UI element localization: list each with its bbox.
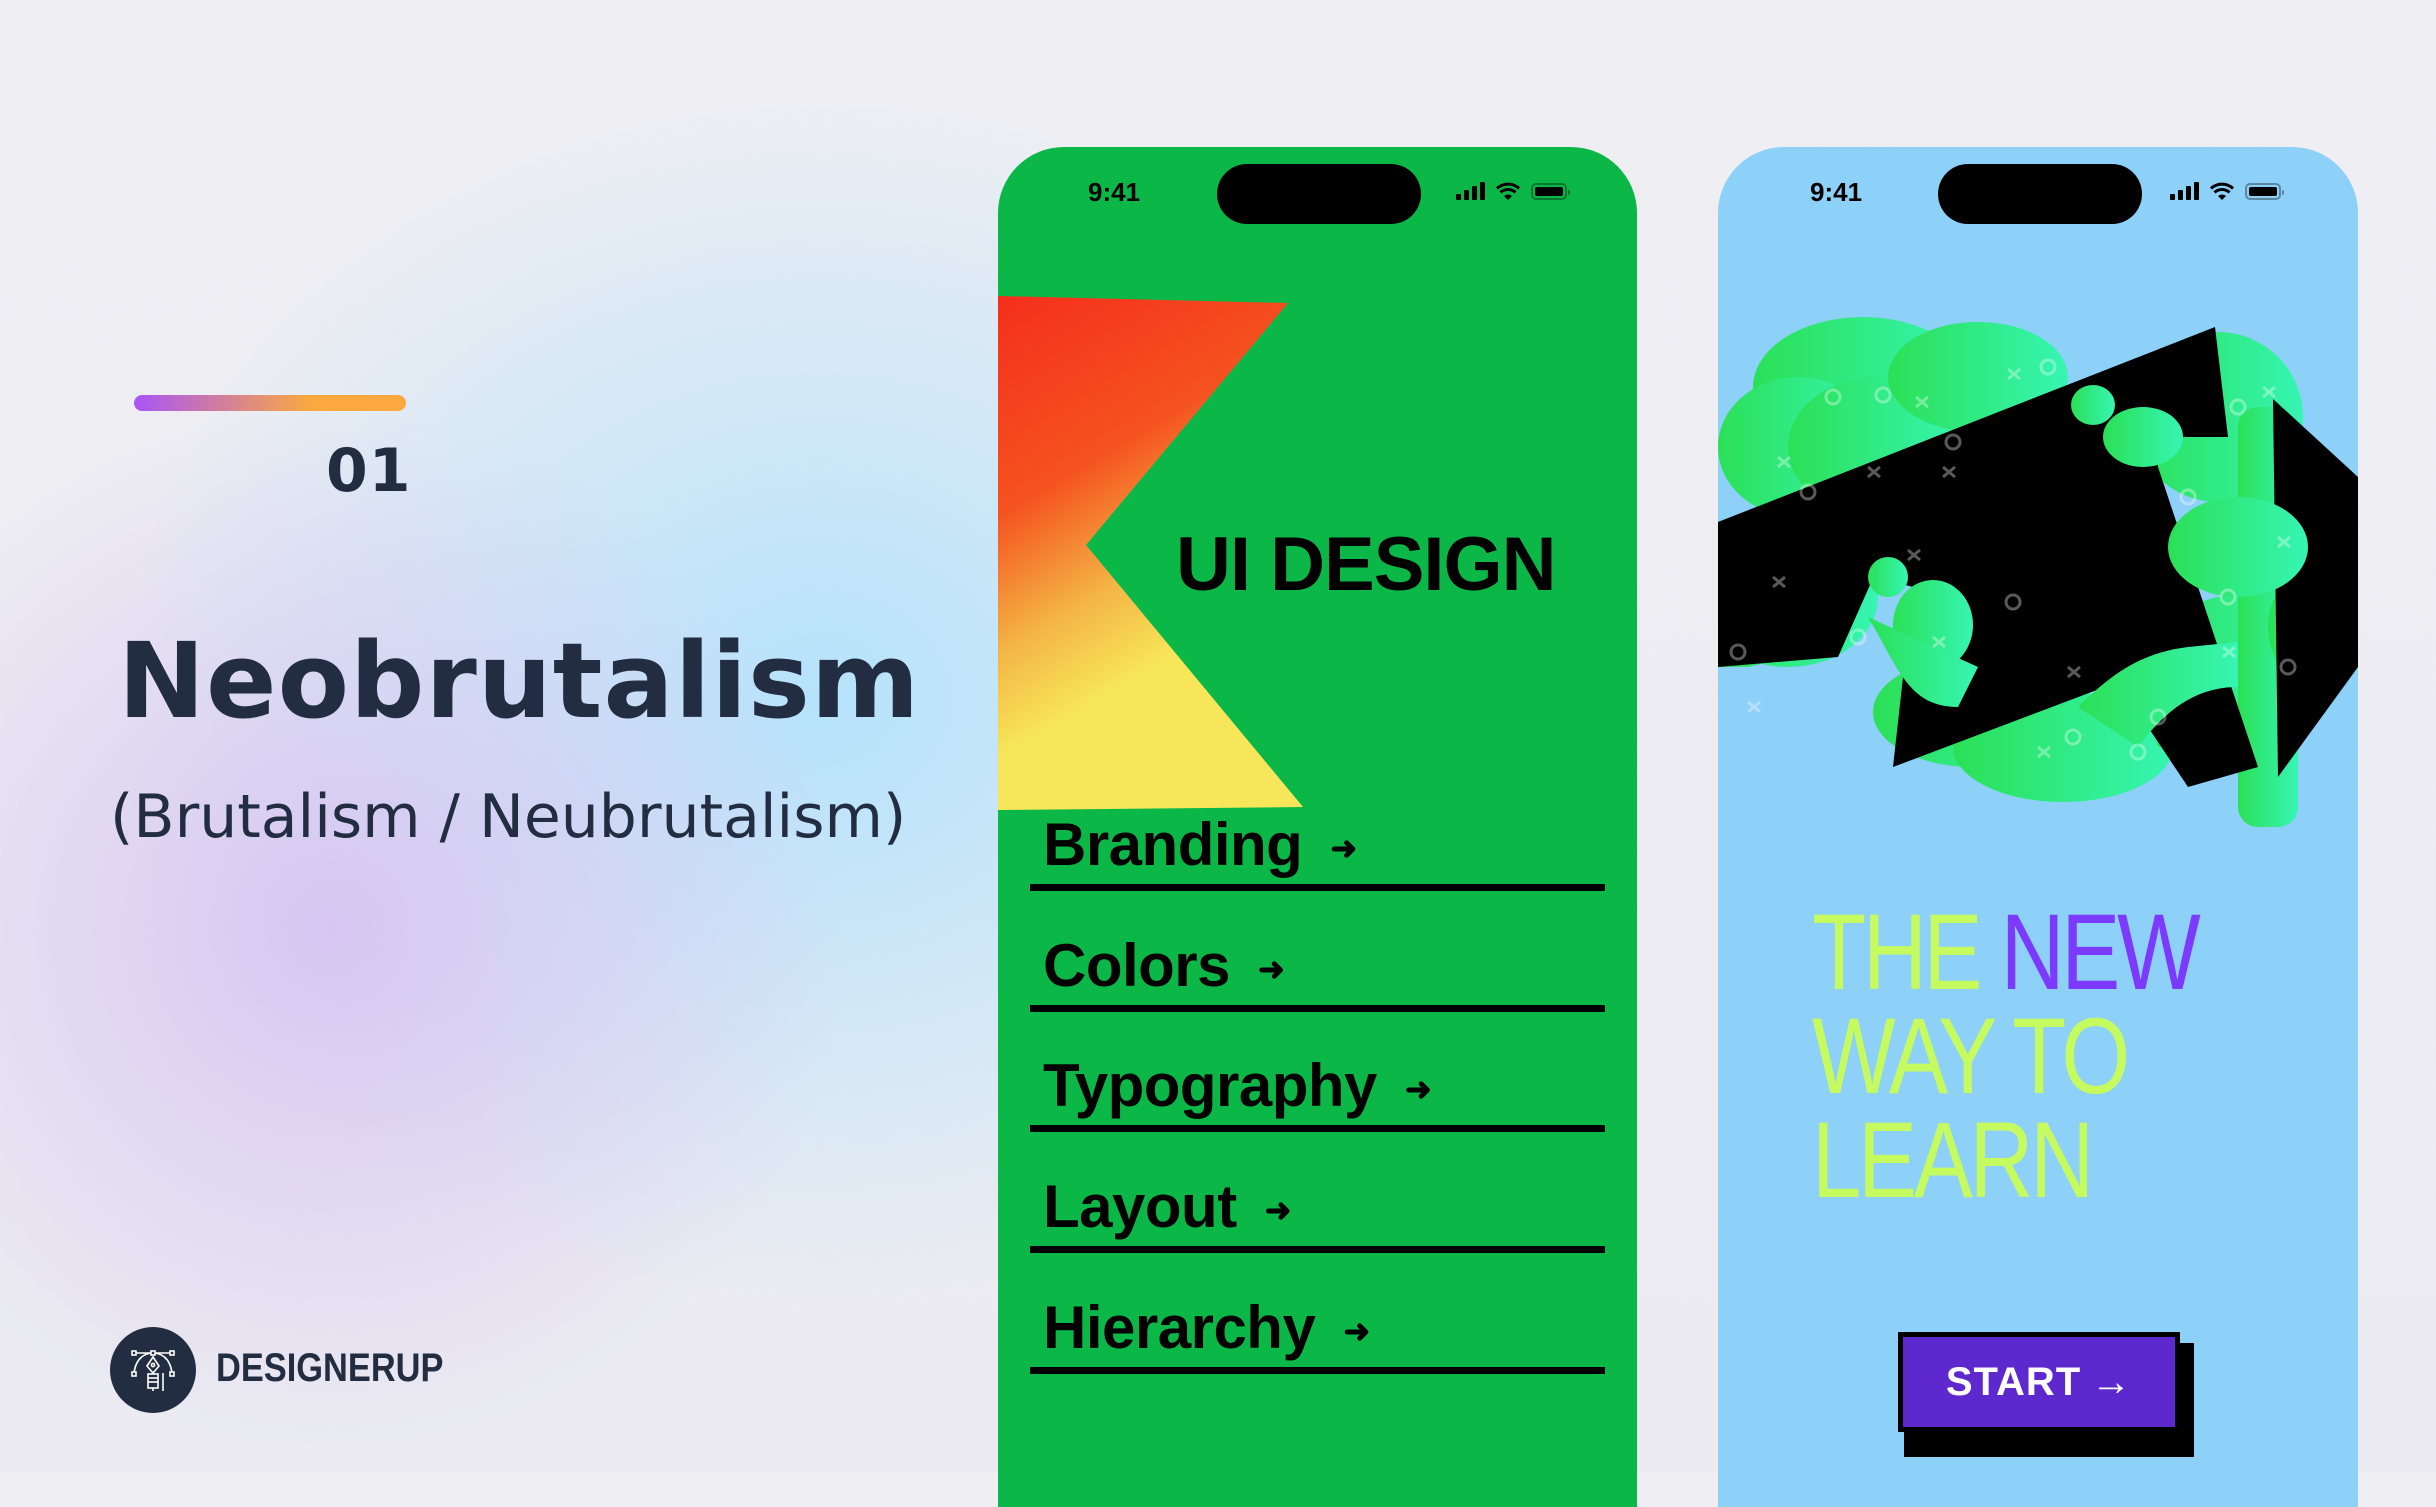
menu-divider [1030, 1246, 1605, 1253]
menu-item-label: Colors [1043, 932, 1231, 999]
hero-title: UI DESIGN [1176, 522, 1556, 607]
menu-item-hierarchy[interactable]: Hierarchy ➜ [1030, 1254, 1605, 1374]
arrow-right-icon: ➜ [1330, 830, 1357, 866]
menu-item-content: Typography ➜ [1043, 1056, 1432, 1116]
menu-item-content: Hierarchy ➜ [1043, 1298, 1370, 1358]
headline-line-1: THE NEW [1812, 898, 2201, 1006]
menu-divider [1030, 1367, 1605, 1374]
menu-item-layout[interactable]: Layout ➜ [1030, 1133, 1605, 1253]
menu-item-branding[interactable]: Branding ➜ [1030, 771, 1605, 891]
abstract-illustration [1718, 317, 2358, 827]
arrow-right-icon: ➜ [1258, 951, 1285, 987]
menu-item-content: Layout ➜ [1043, 1177, 1291, 1237]
pen-tool-icon [131, 1350, 175, 1391]
headline-line-3: LEARN [1812, 1099, 2094, 1220]
arrow-right-icon: ➜ [1264, 1192, 1292, 1228]
menu-item-content: Colors ➜ [1043, 936, 1285, 996]
menu-item-typography[interactable]: Typography ➜ [1030, 1012, 1605, 1132]
hero-headline: THE NEW WAY TO LEARN [1812, 898, 2201, 1220]
headline-word-the: THE [1812, 891, 1983, 1012]
menu-divider [1030, 1125, 1605, 1132]
flag-graphic [998, 296, 1303, 810]
brand-name: DESIGNERUP [216, 1346, 444, 1390]
menu-item-label: Typography [1043, 1052, 1377, 1119]
slide-number: 01 [326, 436, 412, 506]
arrow-right-icon: ➜ [1343, 1313, 1370, 1349]
phone-mockup-blue: 9:41 THE NEW WAY TO LEARN START → [1718, 147, 2358, 1507]
brand-logo [110, 1327, 196, 1413]
start-button[interactable]: START → [1898, 1332, 2180, 1432]
menu-divider [1030, 1005, 1605, 1012]
menu-item-label: Branding [1043, 811, 1303, 878]
slide-title: Neobrutalism [118, 620, 921, 742]
menu-item-content: Branding ➜ [1043, 815, 1357, 875]
menu-divider [1030, 884, 1605, 891]
menu-item-label: Layout [1043, 1173, 1237, 1240]
start-button-label: START [1945, 1359, 2082, 1404]
slide-subtitle: (Brutalism / Neubrutalism) [110, 782, 907, 852]
headline-line-2: WAY TO [1812, 995, 2130, 1116]
headline-word-new: NEW [2000, 891, 2201, 1012]
accent-gradient-bar [134, 395, 406, 411]
arrow-right-icon: → [2091, 1359, 2133, 1404]
menu-item-label: Hierarchy [1043, 1294, 1316, 1361]
menu-item-colors[interactable]: Colors ➜ [1030, 892, 1605, 1012]
arrow-right-icon: ➜ [1404, 1071, 1432, 1107]
phone-mockup-green: 9:41 UI DESIGN Branding ➜ Colors ➜ Typograph… [998, 147, 1637, 1507]
